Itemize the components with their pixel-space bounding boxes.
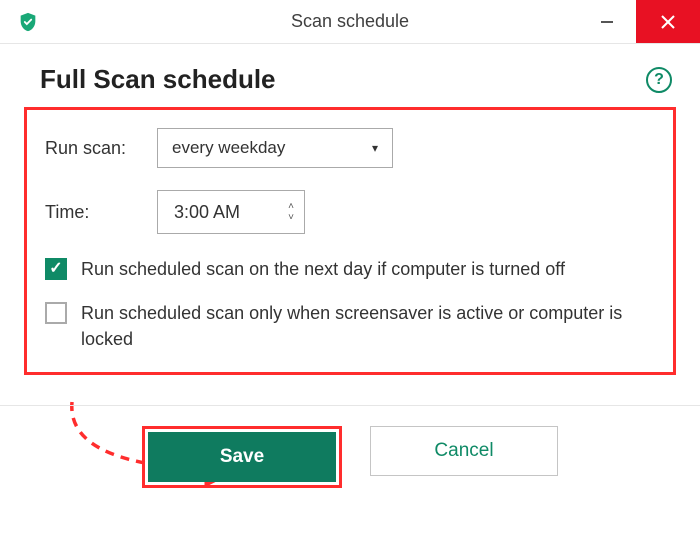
checkbox-screensaver[interactable]: [45, 302, 67, 324]
dialog-window: Scan schedule Full Scan schedule ? Run s…: [0, 0, 700, 545]
section-header: Full Scan schedule ?: [24, 56, 676, 107]
app-logo-shield-icon: [16, 10, 40, 34]
section-title: Full Scan schedule: [40, 64, 276, 95]
save-button[interactable]: Save: [148, 432, 336, 482]
time-spinner[interactable]: 3:00 AM ˄ ˅: [157, 190, 305, 234]
save-button-highlight: Save: [142, 426, 342, 488]
runscan-select[interactable]: every weekday ▾: [157, 128, 393, 168]
minimize-button[interactable]: [578, 0, 636, 43]
time-row: Time: 3:00 AM ˄ ˅: [45, 190, 655, 234]
checkbox-screensaver-label: Run scheduled scan only when screensaver…: [81, 300, 655, 352]
checkbox-nextday-label: Run scheduled scan on the next day if co…: [81, 256, 565, 282]
chevron-down-icon: ˅: [288, 213, 294, 222]
chevron-up-icon: ˄: [288, 202, 294, 211]
chevron-down-icon: ▾: [372, 141, 378, 155]
dialog-content: Full Scan schedule ? Run scan: every wee…: [0, 44, 700, 375]
cancel-button[interactable]: Cancel: [370, 426, 558, 476]
title-bar: Scan schedule: [0, 0, 700, 44]
close-button[interactable]: [636, 0, 700, 43]
options-area: Run scan: every weekday ▾ Time: 3:00 AM …: [24, 107, 676, 375]
checkbox-nextday-row[interactable]: Run scheduled scan on the next day if co…: [45, 256, 655, 282]
checkbox-screensaver-row[interactable]: Run scheduled scan only when screensaver…: [45, 300, 655, 352]
runscan-value: every weekday: [172, 138, 285, 158]
runscan-label: Run scan:: [45, 138, 141, 159]
time-label: Time:: [45, 202, 141, 223]
time-value: 3:00 AM: [174, 202, 240, 223]
dialog-footer: Save Cancel: [0, 405, 700, 508]
spinner-arrows[interactable]: ˄ ˅: [288, 202, 294, 222]
window-controls: [578, 0, 700, 43]
help-icon[interactable]: ?: [646, 67, 672, 93]
checkbox-nextday[interactable]: [45, 258, 67, 280]
runscan-row: Run scan: every weekday ▾: [45, 128, 655, 168]
